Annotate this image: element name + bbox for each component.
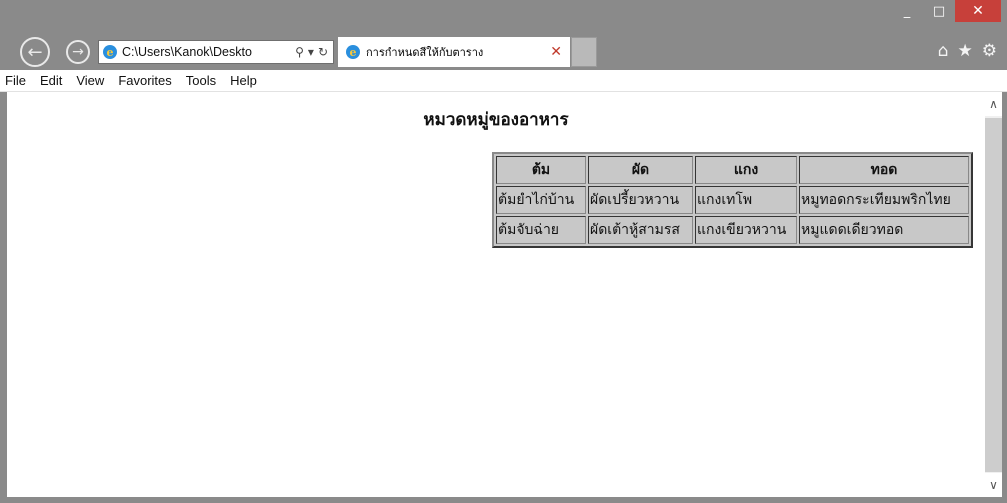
forward-arrow-icon: →: [72, 44, 84, 60]
table-header-cell: ทอด: [799, 156, 969, 184]
table-header-cell: ผัด: [588, 156, 693, 184]
menu-view[interactable]: View: [69, 73, 111, 88]
menu-help[interactable]: Help: [223, 73, 264, 88]
table-header-cell: ต้ม: [496, 156, 586, 184]
table-header-row: ต้ม ผัด แกง ทอด: [496, 156, 969, 184]
scroll-down-icon[interactable]: ∨: [985, 473, 1002, 497]
back-arrow-icon: ←: [27, 41, 43, 63]
navigation-bar: ← → e C:\Users\Kanok\Deskto ⚲ ▾ ↻ e การก…: [0, 34, 1007, 68]
scroll-thumb[interactable]: [985, 118, 1002, 472]
table-cell: แกงเขียวหวาน: [695, 216, 797, 244]
address-bar[interactable]: e C:\Users\Kanok\Deskto ⚲ ▾ ↻: [98, 40, 334, 64]
page-content: หมวดหมู่ของอาหาร ต้ม ผัด แกง ทอด ต้มยำไก…: [7, 92, 985, 497]
favorites-star-icon[interactable]: ★: [958, 41, 973, 61]
table-cell: ผัดเปรี้ยวหวาน: [588, 186, 693, 214]
dropdown-icon[interactable]: ▾: [308, 45, 314, 59]
maximize-button[interactable]: □: [923, 0, 955, 22]
page-title: หมวดหมู่ของอาหาร: [423, 110, 569, 130]
search-icon[interactable]: ⚲: [295, 45, 304, 59]
menu-tools[interactable]: Tools: [179, 73, 223, 88]
menu-favorites[interactable]: Favorites: [111, 73, 178, 88]
table-cell: ผัดเต้าหู้สามรส: [588, 216, 693, 244]
tab-active[interactable]: e การกำหนดสีให้กับตาราง ✕: [338, 37, 570, 67]
browser-window: _ □ ✕ ← → e C:\Users\Kanok\Deskto ⚲ ▾ ↻ …: [0, 0, 1007, 503]
refresh-icon[interactable]: ↻: [318, 45, 328, 59]
forward-button[interactable]: →: [66, 40, 90, 64]
table-header-cell: แกง: [695, 156, 797, 184]
address-tools: ⚲ ▾ ↻: [295, 45, 333, 59]
menu-bar: File Edit View Favorites Tools Help: [0, 70, 1007, 92]
minimize-button[interactable]: _: [891, 0, 923, 22]
home-icon[interactable]: ⌂: [938, 41, 949, 61]
ie-page-icon: e: [103, 45, 117, 59]
new-tab-button[interactable]: [571, 37, 597, 67]
gear-icon[interactable]: ⚙: [982, 41, 997, 61]
tab-title: การกำหนดสีให้กับตาราง: [366, 46, 484, 59]
vertical-scrollbar[interactable]: ∧ ∨: [985, 92, 1002, 497]
table-cell: ต้มจับฉ่าย: [496, 216, 586, 244]
food-table-wrapper: ต้ม ผัด แกง ทอด ต้มยำไก่บ้าน ผัดเปรี้ยวห…: [492, 152, 973, 248]
address-input[interactable]: C:\Users\Kanok\Deskto: [122, 45, 295, 59]
table-row: ต้มยำไก่บ้าน ผัดเปรี้ยวหวาน แกงเทโพ หมูท…: [496, 186, 969, 214]
back-button[interactable]: ←: [20, 37, 50, 67]
table-cell: แกงเทโพ: [695, 186, 797, 214]
browser-toolbar-icons: ⌂ ★ ⚙: [938, 41, 997, 61]
table-cell: ต้มยำไก่บ้าน: [496, 186, 586, 214]
tab-close-icon[interactable]: ✕: [550, 44, 570, 60]
window-controls: _ □ ✕: [891, 0, 1001, 24]
ie-tab-icon: e: [346, 45, 360, 59]
menu-file[interactable]: File: [0, 73, 33, 88]
table-cell: หมูทอดกระเทียมพริกไทย: [799, 186, 969, 214]
close-window-button[interactable]: ✕: [955, 0, 1001, 22]
food-category-table: ต้ม ผัด แกง ทอด ต้มยำไก่บ้าน ผัดเปรี้ยวห…: [492, 152, 973, 248]
table-row: ต้มจับฉ่าย ผัดเต้าหู้สามรส แกงเขียวหวาน …: [496, 216, 969, 244]
table-cell: หมูแดดเดียวทอด: [799, 216, 969, 244]
scroll-up-icon[interactable]: ∧: [985, 92, 1002, 116]
menu-edit[interactable]: Edit: [33, 73, 69, 88]
